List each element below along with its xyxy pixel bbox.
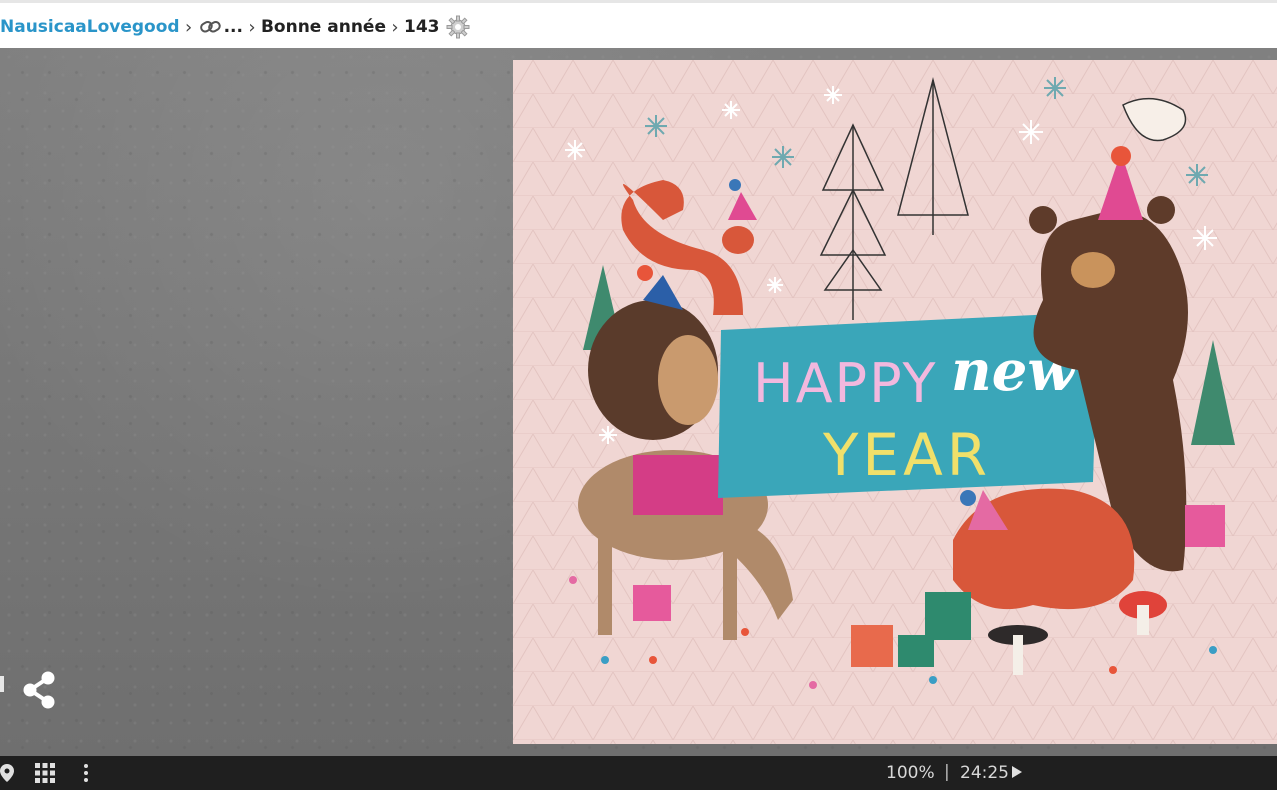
- chevron-right-icon: ›: [184, 16, 193, 38]
- card-illustration: HAPPY new YEAR: [513, 60, 1277, 744]
- link-icon[interactable]: [198, 17, 224, 37]
- separator: |: [944, 762, 950, 782]
- top-bar: NausicaaLovegood › ... › Bonne année › 1…: [0, 0, 1277, 48]
- gear-icon[interactable]: [446, 15, 470, 39]
- card-text-happy: HAPPY: [753, 352, 937, 415]
- location-icon[interactable]: [0, 762, 18, 784]
- chevron-right-icon: ›: [248, 16, 256, 38]
- breadcrumb-page-number: 143: [404, 17, 440, 37]
- more-icon[interactable]: [75, 762, 97, 784]
- card-image: HAPPY new YEAR: [513, 60, 1277, 744]
- breadcrumb: NausicaaLovegood › ... › Bonne année › 1…: [0, 15, 470, 39]
- side-handle[interactable]: [0, 676, 4, 692]
- play-icon[interactable]: [1011, 765, 1023, 779]
- player-bar: 100% | 24:25: [0, 756, 1277, 790]
- timer: 24:25: [960, 763, 1009, 783]
- card-text-year: YEAR: [822, 421, 991, 489]
- breadcrumb-ellipsis[interactable]: ...: [224, 17, 243, 37]
- chevron-right-icon: ›: [391, 16, 399, 38]
- share-icon[interactable]: [18, 668, 62, 712]
- breadcrumb-album[interactable]: Bonne année: [261, 17, 386, 37]
- breadcrumb-user-link[interactable]: NausicaaLovegood: [0, 17, 180, 37]
- grid-icon[interactable]: [34, 762, 56, 784]
- zoom-level[interactable]: 100%: [886, 763, 935, 783]
